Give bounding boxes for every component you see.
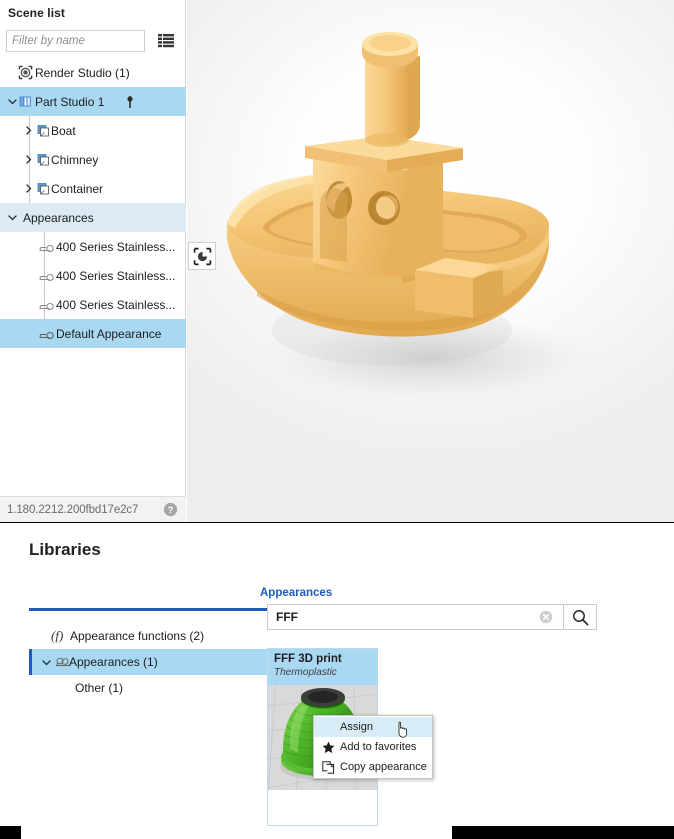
frame-strip-right [452,826,674,839]
tab-appearances[interactable]: Appearances [260,587,332,604]
library-item-other[interactable]: Other (1) [29,675,287,701]
context-menu-label: Assign [340,721,374,733]
svg-text:?: ? [168,505,174,516]
tree-item-default-appearance[interactable]: Default Appearance [0,319,186,348]
context-menu-label: Add to favorites [340,741,417,753]
more-options-icon[interactable] [126,95,134,109]
card-subtitle: Thermoplastic [274,667,337,678]
render-studio-app: Scene list Filter by name Render Studio … [0,0,674,522]
appearance-icon [39,299,56,311]
tree-item-label: 400 Series Stainless... [56,297,176,312]
version-text: 1.180.2212.200fbd17e2c7 [7,503,139,516]
tree-item-label: Part Studio 1 [35,94,105,109]
filter-row [6,30,180,52]
libraries-title: Libraries [29,540,101,559]
clear-icon[interactable] [539,610,553,624]
tree-item-appearance[interactable]: 400 Series Stainless... [0,261,186,290]
part-icon [34,153,51,167]
tree-section-label: Appearances [23,210,94,225]
mouse-cursor-icon [396,721,410,738]
tree-item-label: Render Studio (1) [35,65,130,80]
function-icon: (f) [51,628,64,643]
tree-item-chimney[interactable]: Chimney [0,145,186,174]
search-input[interactable] [268,605,538,629]
star-icon [318,741,338,754]
render-studio-icon [18,65,35,80]
app-root: Scene list Filter by name Render Studio … [0,0,674,839]
render-view-button[interactable] [188,242,216,270]
copy-icon [318,760,338,774]
chevron-down-icon[interactable] [40,658,52,667]
tree-item-label: Boat [51,123,76,138]
scene-tree: Render Studio (1) Part Studio 1 Boat Chi… [0,58,186,348]
tree-item-label: Container [51,181,104,196]
library-item-label: Appearances (1) [69,655,158,669]
part-icon [34,124,51,138]
chevron-right-icon[interactable] [22,184,34,193]
library-item-appearance-functions[interactable]: (f) Appearance functions (2) [29,623,287,649]
3d-viewport[interactable] [187,0,674,522]
appearance-icon [39,241,56,253]
chevron-down-icon[interactable] [6,97,18,106]
libraries-panel: Libraries Appearances (f) Appearance fun… [0,523,674,839]
context-menu-label: Copy appearance [340,761,427,773]
tree-section-appearances[interactable]: Appearances [0,203,186,232]
card-title: FFF 3D print [274,653,342,665]
tree-item-label: 400 Series Stainless... [56,268,176,283]
version-status-bar: 1.180.2212.200fbd17e2c7 ? [0,496,186,522]
context-menu-item-copy-appearance[interactable]: Copy appearance [314,757,432,777]
context-menu-item-add-to-favorites[interactable]: Add to favorites [314,737,432,757]
libraries-tree: (f) Appearance functions (2) Appearances… [29,623,287,701]
chevron-right-icon[interactable] [22,126,34,135]
tree-item-render-studio[interactable]: Render Studio (1) [0,58,186,87]
scene-list-panel: Scene list Filter by name Render Studio … [0,0,186,522]
help-icon[interactable]: ? [163,502,178,517]
context-menu-item-assign[interactable]: Assign [314,717,432,738]
tree-item-label: Default Appearance [56,326,162,341]
chevron-right-icon[interactable] [22,155,34,164]
library-item-label: Appearance functions (2) [70,629,205,643]
chevron-down-icon[interactable] [6,213,18,222]
tree-item-part-studio-1[interactable]: Part Studio 1 [0,87,186,116]
part-studio-icon [18,94,35,109]
appearance-icon [39,328,56,340]
benchy-boat-model [227,32,598,402]
search-row [267,604,597,630]
appearance-icon [39,270,56,282]
filter-by-name-input[interactable] [6,30,145,52]
tree-item-container[interactable]: Container [0,174,186,203]
scene-list-title: Scene list [8,6,66,20]
tree-item-label: Chimney [51,152,99,167]
tree-item-label: 400 Series Stainless... [56,239,176,254]
search-button[interactable] [564,604,597,630]
tree-item-appearance[interactable]: 400 Series Stainless... [0,232,186,261]
list-view-icon[interactable] [158,33,174,49]
card-header: FFF 3D print Thermoplastic [268,649,377,685]
tree-item-boat[interactable]: Boat [0,116,186,145]
search-icon [572,609,588,625]
part-icon [34,182,51,196]
frame-strip-left [0,826,21,839]
appearances-library-icon [52,656,69,668]
library-item-label: Other (1) [75,681,124,695]
render-view-icon [193,247,211,265]
appearance-context-menu: Assign Add to favorites Copy appearance [313,715,433,779]
search-box [267,604,564,630]
tree-item-appearance[interactable]: 400 Series Stainless... [0,290,186,319]
library-item-appearances[interactable]: Appearances (1) [29,649,287,675]
